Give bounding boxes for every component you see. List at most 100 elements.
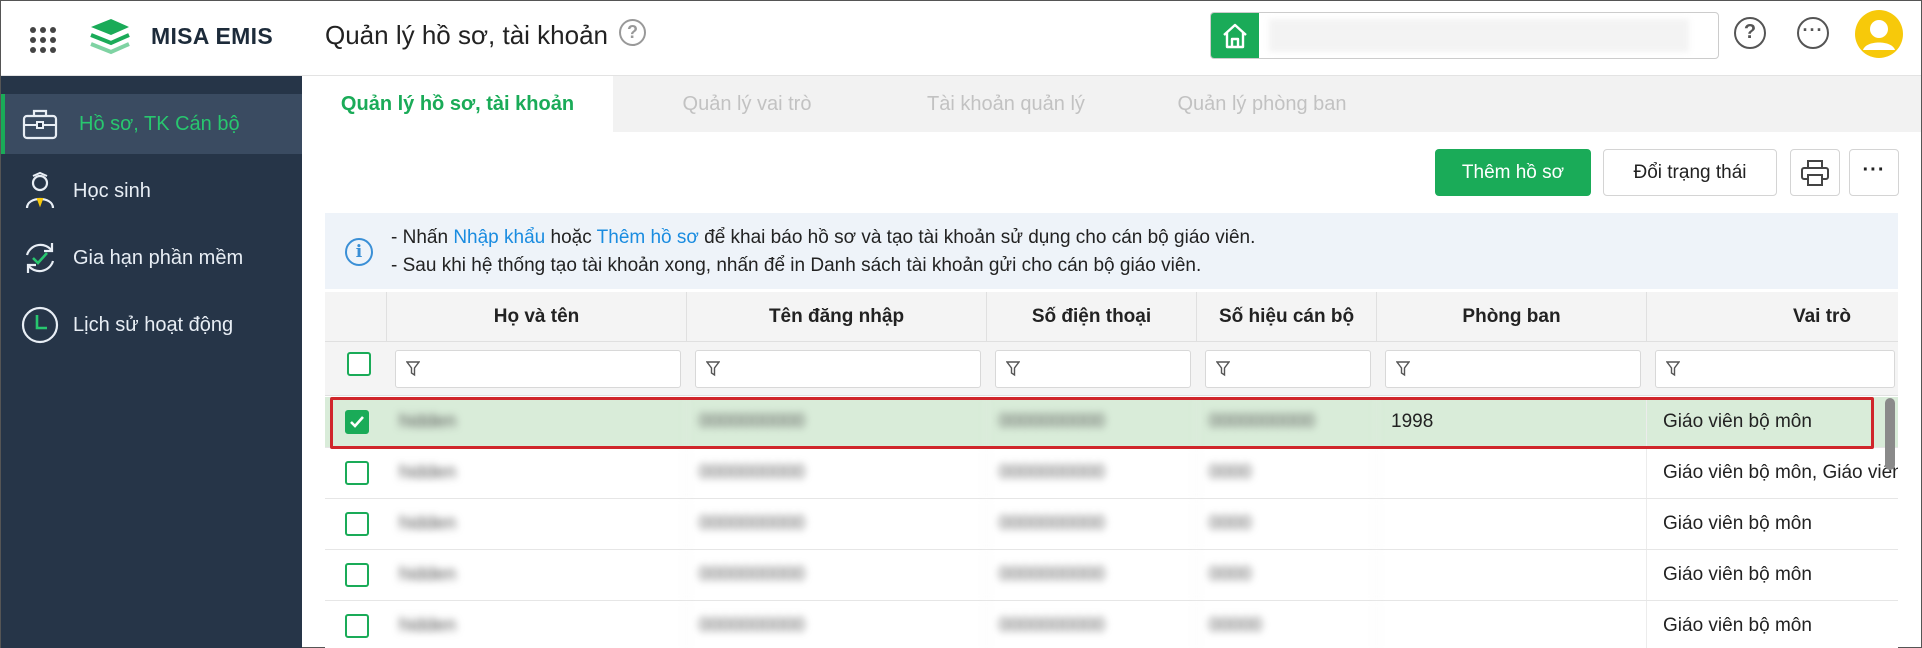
filter-department[interactable]	[1385, 350, 1641, 388]
filter-icon	[1666, 361, 1680, 377]
cell-role: Giáo viên bộ môn	[1663, 615, 1812, 636]
cell-username: 0000000000	[687, 601, 987, 648]
cell-staff-id: 0000	[1197, 448, 1377, 498]
cell-department	[1377, 448, 1647, 498]
select-all-checkbox[interactable]	[347, 352, 371, 376]
header-full-name[interactable]: Họ và tên	[387, 292, 687, 342]
filter-staff-id[interactable]	[1205, 350, 1371, 388]
filter-icon	[406, 361, 420, 377]
cell-phone: 0000000000	[987, 499, 1197, 549]
table-header: Họ và tên Tên đăng nhập Số điện thoại Số…	[325, 292, 1898, 342]
user-avatar-icon[interactable]	[1854, 9, 1904, 59]
row-checkbox[interactable]	[345, 461, 369, 485]
import-link[interactable]: Nhập khẩu	[453, 227, 545, 248]
header-staff-id[interactable]: Số hiệu cán bộ	[1197, 292, 1377, 342]
filter-icon	[1006, 361, 1020, 377]
row-checkbox[interactable]	[345, 563, 369, 587]
filter-full-name[interactable]	[395, 350, 681, 388]
help-icon[interactable]: ?	[1734, 17, 1766, 49]
cell-username: 0000000000	[687, 448, 987, 498]
change-status-button[interactable]: Đổi trạng thái	[1603, 149, 1777, 196]
misa-logo-icon	[90, 19, 130, 55]
student-icon	[25, 171, 55, 209]
sidebar: Hồ sơ, TK Cán bộ Học sinh Gia hạn phần m…	[1, 76, 302, 648]
cell-department	[1377, 550, 1647, 600]
add-profile-button[interactable]: Thêm hồ sơ	[1435, 149, 1591, 196]
table-scrollbar[interactable]	[1885, 398, 1895, 470]
table-row[interactable]: hidden 0000000000 0000000000 0000 Giáo v…	[325, 448, 1898, 499]
row-checkbox[interactable]	[345, 512, 369, 536]
cell-full-name: hidden	[387, 601, 687, 648]
header-role[interactable]: Vai trò	[1647, 292, 1898, 342]
brand-name: MISA EMIS	[151, 23, 273, 49]
sidebar-item-label: Học sinh	[73, 179, 151, 202]
top-bar: MISA EMIS Quản lý hồ sơ, tài khoản ? ? ·…	[1, 1, 1921, 76]
filter-role[interactable]	[1655, 350, 1895, 388]
cell-staff-id: 0000	[1197, 499, 1377, 549]
cell-role: Giáo viên bộ môn	[1663, 513, 1812, 534]
cell-role: Giáo viên bộ môn	[1663, 564, 1812, 585]
cell-username: 0000000000	[687, 550, 987, 600]
cell-phone: 0000000000	[987, 601, 1197, 648]
filter-phone[interactable]	[995, 350, 1191, 388]
tab-admin-accounts[interactable]: Tài khoản quản lý	[876, 76, 1136, 132]
filter-username[interactable]	[695, 350, 981, 388]
table-row[interactable]: hidden 0000000000 0000000000 00000 Giáo …	[325, 601, 1898, 648]
school-name-hidden	[1269, 19, 1689, 52]
school-home-icon	[1211, 13, 1259, 58]
cell-full-name: hidden	[387, 448, 687, 498]
info-icon: i	[345, 238, 373, 266]
sidebar-item-students[interactable]: Học sinh	[1, 161, 302, 221]
info-text: - Nhấn	[391, 227, 449, 248]
filter-icon	[1216, 361, 1230, 377]
clock-icon	[21, 306, 59, 344]
header-username[interactable]: Tên đăng nhập	[687, 292, 987, 342]
cell-full-name: hidden	[387, 499, 687, 549]
add-profile-link[interactable]: Thêm hồ sơ	[597, 227, 699, 248]
app-grid-icon[interactable]	[30, 27, 58, 53]
briefcase-icon	[22, 109, 58, 140]
header-department[interactable]: Phòng ban	[1377, 292, 1647, 342]
table-row[interactable]: hidden 0000000000 0000000000 0000 Giáo v…	[325, 550, 1898, 601]
cell-username: 0000000000	[687, 499, 987, 549]
tab-departments[interactable]: Quản lý phòng ban	[1122, 76, 1402, 132]
sidebar-item-activity-history[interactable]: Lịch sử hoạt động	[1, 295, 302, 355]
info-text: để khai báo hồ sơ và tạo tài khoản sử dụ…	[704, 227, 1256, 248]
header-phone[interactable]: Số điện thoại	[987, 292, 1197, 342]
header-select	[325, 292, 387, 342]
filter-icon	[706, 361, 720, 377]
renew-icon	[25, 243, 55, 273]
sidebar-item-renewal[interactable]: Gia hạn phần mềm	[1, 228, 302, 288]
info-line-2: - Sau khi hệ thống tạo tài khoản xong, n…	[391, 255, 1202, 276]
cell-department	[1377, 499, 1647, 549]
selected-row-highlight	[330, 397, 1874, 449]
info-line-1: - Nhấn Nhập khẩu hoặc Thêm hồ sơ để khai…	[391, 227, 1255, 249]
printer-icon	[1801, 159, 1829, 186]
info-text: hoặc	[550, 227, 592, 248]
sidebar-item-label: Hồ sơ, TK Cán bộ	[79, 112, 240, 135]
tab-bar: Quản lý hồ sơ, tài khoản Quản lý vai trò…	[302, 76, 1921, 132]
sidebar-item-label: Lịch sử hoạt động	[73, 313, 234, 336]
filter-row	[325, 342, 1898, 396]
cell-department	[1377, 601, 1647, 648]
staff-table: Họ và tên Tên đăng nhập Số điện thoại Số…	[325, 292, 1898, 648]
row-checkbox[interactable]	[345, 614, 369, 638]
cell-staff-id: 00000	[1197, 601, 1377, 648]
title-help-icon[interactable]: ?	[619, 19, 646, 46]
sidebar-item-label: Gia hạn phần mềm	[73, 246, 244, 269]
page-title: Quản lý hồ sơ, tài khoản	[325, 20, 608, 50]
tab-roles[interactable]: Quản lý vai trò	[622, 76, 872, 132]
info-panel: i - Nhấn Nhập khẩu hoặc Thêm hồ sơ để kh…	[325, 213, 1898, 289]
cell-staff-id: 0000	[1197, 550, 1377, 600]
cell-role: Giáo viên bộ môn, Giáo viên	[1663, 462, 1898, 483]
cell-phone: 0000000000	[987, 550, 1197, 600]
more-options-icon[interactable]: ···	[1797, 17, 1829, 49]
school-selector[interactable]	[1210, 12, 1719, 59]
tab-profiles-accounts[interactable]: Quản lý hồ sơ, tài khoản	[302, 76, 613, 132]
print-button[interactable]	[1790, 149, 1840, 196]
table-row[interactable]: hidden 0000000000 0000000000 0000 Giáo v…	[325, 499, 1898, 550]
more-actions-button[interactable]: ···	[1849, 149, 1899, 196]
cell-phone: 0000000000	[987, 448, 1197, 498]
filter-icon	[1396, 361, 1410, 377]
sidebar-item-staff-profiles[interactable]: Hồ sơ, TK Cán bộ	[1, 94, 302, 154]
